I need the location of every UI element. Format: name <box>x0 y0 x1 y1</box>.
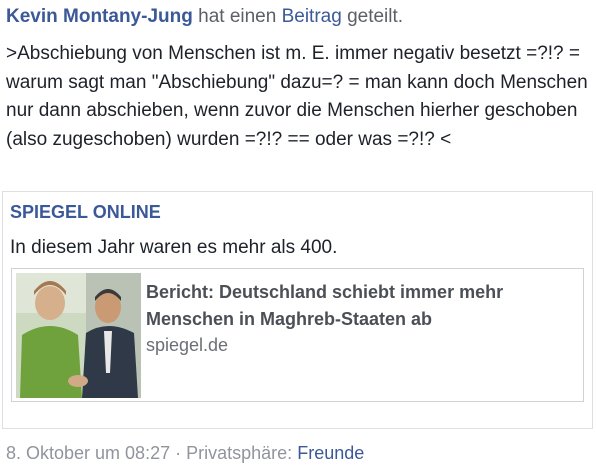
post-reference-link[interactable]: Beitrag <box>282 6 342 27</box>
post-header: Kevin Montany-Jung hat einen Beitrag get… <box>6 4 403 30</box>
audience-link[interactable]: Freunde <box>297 443 364 463</box>
shared-post-card[interactable]: SPIEGEL ONLINE In diesem Jahr waren es m… <box>2 191 593 429</box>
link-preview-card[interactable]: Bericht: Deutschland schiebt immer mehr … <box>11 268 584 402</box>
post-timestamp[interactable]: 8. Oktober um 08:27 <box>6 443 170 463</box>
link-title[interactable]: Bericht: Deutschland schiebt immer mehr … <box>146 279 576 333</box>
shared-source-name[interactable]: SPIEGEL ONLINE <box>10 200 161 224</box>
post-footer: 8. Oktober um 08:27 · Privatsphäre: Freu… <box>6 441 364 465</box>
footer-separator: · <box>175 443 182 463</box>
share-action-suffix: geteilt. <box>347 6 404 27</box>
author-name-link[interactable]: Kevin Montany-Jung <box>6 6 193 27</box>
link-domain: spiegel.de <box>146 335 229 355</box>
shared-description: In diesem Jahr waren es mehr als 400. <box>10 237 338 258</box>
share-action-text: hat einen <box>198 6 277 27</box>
news-photo-thumbnail-icon <box>16 273 141 398</box>
post-body-text: >Abschiebung von Menschen ist m. E. imme… <box>6 43 588 150</box>
privacy-label: Privatsphäre: <box>186 443 293 463</box>
link-thumbnail-image[interactable] <box>16 273 141 398</box>
